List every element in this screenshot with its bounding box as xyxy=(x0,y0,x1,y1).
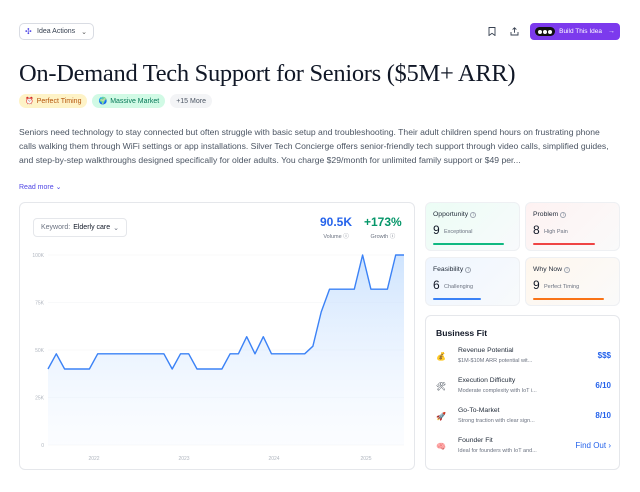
chevron-down-icon: ⌄ xyxy=(81,28,88,36)
problem-card[interactable]: Problem i 8 High Pain xyxy=(525,202,620,251)
business-fit-title: Business Fit xyxy=(436,328,488,338)
problem-title: Problem i xyxy=(533,211,567,218)
growth-label: Growth ⓘ xyxy=(370,234,396,240)
why-now-title: Why Now i xyxy=(533,266,571,273)
x-tick-label: 2024 xyxy=(268,456,279,462)
find-out-link[interactable]: Find Out › xyxy=(575,441,611,450)
y-tick-label: 75K xyxy=(35,301,45,307)
brain-icon: 🧠 xyxy=(436,442,446,451)
info-icon: ⓘ xyxy=(343,234,349,240)
globe-icon: 🌍 xyxy=(98,98,108,105)
fit-row-sub: Moderate complexity with IoT i... xyxy=(458,388,537,394)
keyword-select[interactable]: Keyword: Elderly care ⌄ xyxy=(33,218,128,237)
info-icon: i xyxy=(470,212,477,218)
read-more-link[interactable]: Read more ⌄ xyxy=(19,183,61,191)
arrow-right-icon: → xyxy=(608,28,615,35)
keyword-prefix: Keyword: xyxy=(41,224,71,231)
keyword-value: Elderly care xyxy=(73,224,111,231)
ai-logos-icon xyxy=(535,27,556,36)
info-icon: ⓘ xyxy=(389,234,396,240)
share-icon[interactable] xyxy=(508,26,520,38)
fit-row-title: Founder Fit xyxy=(458,437,493,444)
tag-list: ⏰ Perfect Timing 🌍 Massive Market +15 Mo… xyxy=(19,94,212,108)
problem-label: High Pain xyxy=(544,229,568,235)
fit-row-sub: Ideal for founders with IoT and... xyxy=(458,448,537,454)
y-tick-label: 50K xyxy=(35,348,45,354)
opportunity-bar xyxy=(433,243,504,245)
growth-value: +173% xyxy=(364,215,402,229)
idea-actions-label: Idea Actions xyxy=(37,28,76,35)
y-tick-label: 0 xyxy=(41,443,44,449)
tag-label: Perfect Timing xyxy=(36,97,82,105)
top-actions: Build This Idea → xyxy=(486,23,620,40)
fit-row-revenue[interactable]: 💰 Revenue Potential $1M-$10M ARR potenti… xyxy=(436,347,611,373)
trend-chart: 100K 75K 50K 25K 0 2022 2023 2024 2025 xyxy=(32,253,404,462)
sparkle-icon: ✣ xyxy=(25,26,32,36)
bookmark-icon[interactable] xyxy=(486,26,498,38)
fit-row-title: Revenue Potential xyxy=(458,347,514,354)
tag-label: Massive Market xyxy=(110,97,160,105)
top-bar: ✣ Idea Actions ⌄ Build This Idea → xyxy=(19,23,620,41)
opportunity-score: 9 xyxy=(433,223,440,237)
idea-actions-button[interactable]: ✣ Idea Actions ⌄ xyxy=(19,23,95,40)
x-tick-label: 2025 xyxy=(360,456,371,462)
feasibility-title: Feasibility i xyxy=(433,266,472,273)
chevron-down-icon: ⌄ xyxy=(55,184,62,191)
alarm-clock-icon: ⏰ xyxy=(25,98,34,105)
why-now-label: Perfect Timing xyxy=(544,284,580,290)
opportunity-label: Exceptional xyxy=(444,229,473,235)
tag-more[interactable]: +15 More xyxy=(170,94,212,108)
fit-row-value: $$$ xyxy=(597,351,611,360)
why-now-card[interactable]: Why Now i 9 Perfect Timing xyxy=(525,257,620,306)
x-tick-label: 2022 xyxy=(88,456,99,462)
fit-row-value: 8/10 xyxy=(595,411,611,420)
read-more-label: Read more xyxy=(19,184,54,191)
fit-row-title: Go-To-Market xyxy=(458,407,500,414)
fit-row-gtm[interactable]: 🚀 Go-To-Market Strong traction with clea… xyxy=(436,407,611,433)
money-bag-icon: 💰 xyxy=(436,352,446,361)
info-icon: i xyxy=(564,267,571,273)
fit-row-execution[interactable]: 🛠 Execution Difficulty Moderate complexi… xyxy=(436,377,611,403)
volume-label: Volume ⓘ xyxy=(323,234,349,240)
tag-massive-market[interactable]: 🌍 Massive Market xyxy=(92,94,166,108)
fit-row-founder[interactable]: 🧠 Founder Fit Ideal for founders with Io… xyxy=(436,437,611,463)
feasibility-card[interactable]: Feasibility i 6 Challenging xyxy=(425,257,520,306)
why-now-score: 9 xyxy=(533,278,540,292)
opportunity-card[interactable]: Opportunity i 9 Exceptional xyxy=(425,202,520,251)
info-icon: i xyxy=(465,267,472,273)
opportunity-title: Opportunity i xyxy=(433,211,477,218)
volume-value: 90.5K xyxy=(320,215,353,229)
fit-row-sub: $1M-$10M ARR potential wit... xyxy=(458,358,533,364)
build-this-idea-button[interactable]: Build This Idea → xyxy=(530,23,620,40)
business-fit-card: Business Fit 💰 Revenue Potential $1M-$10… xyxy=(425,315,620,470)
feasibility-bar xyxy=(433,298,481,300)
fit-row-value: 6/10 xyxy=(595,381,611,390)
trend-chart-card: 100K 75K 50K 25K 0 2022 2023 2024 2025 Keyword: … xyxy=(19,202,415,470)
problem-bar xyxy=(533,243,595,245)
y-tick-label: 100K xyxy=(32,253,44,259)
build-label: Build This Idea xyxy=(559,28,602,35)
feasibility-label: Challenging xyxy=(444,284,474,290)
volume-metric: 90.5K Volume ⓘ xyxy=(320,215,352,240)
why-now-bar xyxy=(533,298,604,300)
tools-icon: 🛠 xyxy=(436,382,447,391)
growth-metric: +173% Growth ⓘ xyxy=(364,215,402,240)
feasibility-score: 6 xyxy=(433,278,440,292)
tag-label: +15 More xyxy=(176,97,206,105)
problem-score: 8 xyxy=(533,223,540,237)
chevron-down-icon: ⌄ xyxy=(113,224,120,232)
rocket-icon: 🚀 xyxy=(436,412,446,421)
fit-row-title: Execution Difficulty xyxy=(458,377,516,384)
y-tick-label: 25K xyxy=(35,396,45,402)
page-title: On-Demand Tech Support for Seniors ($5M+… xyxy=(19,60,516,87)
description: Seniors need technology to stay connecte… xyxy=(19,127,609,165)
tag-perfect-timing[interactable]: ⏰ Perfect Timing xyxy=(19,94,88,108)
info-icon: i xyxy=(560,212,567,218)
x-tick-label: 2023 xyxy=(178,456,189,462)
fit-row-sub: Strong traction with clear sign... xyxy=(458,418,535,424)
